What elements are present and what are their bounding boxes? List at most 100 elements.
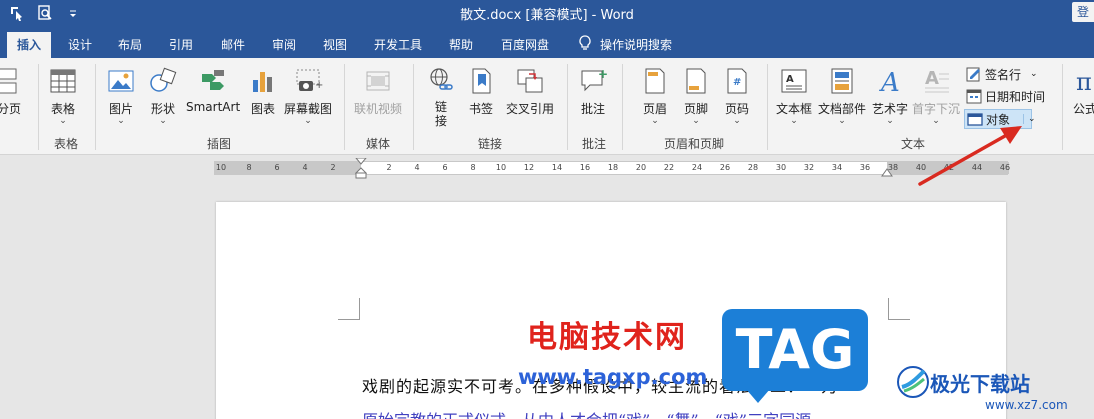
account-button[interactable]: 登 [1072,2,1094,22]
ruler-tick-label: 10 [215,163,227,172]
date-time-button[interactable]: 日期和时间 [966,86,1045,106]
ruler-tick-label: 32 [803,163,815,172]
ruler-tick-label: 26 [719,163,731,172]
ruler-tick-label: 20 [635,163,647,172]
header-button[interactable]: 页眉 ⌄ [640,66,670,126]
tell-me-search[interactable]: 操作说明搜索 [600,32,680,58]
link-button[interactable]: 链接 [426,66,456,128]
quick-parts-button[interactable]: 文档部件 ⌄ [818,66,866,126]
table-icon [48,66,78,96]
chevron-down-icon: ⌄ [1030,69,1038,79]
ruler-tick-label: 2 [330,163,336,172]
left-indent-marker[interactable] [354,157,368,180]
ruler-tick-label: 36 [859,163,871,172]
group-label-header-footer: 页眉和页脚 [663,137,724,151]
ruler-tick-label: 16 [579,163,591,172]
shapes-icon [148,66,178,96]
footer-icon [681,66,711,96]
tab-insert[interactable]: 插入 [7,32,51,58]
paragraph-line-2: 原始宗教的正式仪式，从中人才会把“戏”、“舞”、“戏”三字同源 [362,407,811,419]
ruler-tick-label: 6 [274,163,280,172]
horizontal-ruler[interactable]: 10 8 6 4 2 2 4 6 8 10 12 14 16 18 20 22 24 26 28 30 32 34 36 38… [214,157,1010,179]
screenshot-button[interactable]: + 屏幕截图 ⌄ [284,66,332,126]
shapes-button[interactable]: 形状 ⌄ [148,66,178,126]
film-icon [363,66,393,96]
watermark-tag-logo: TAG [722,309,868,403]
signature-line-button[interactable]: 签名行 ⌄ [966,64,1038,84]
page-number-icon: # [722,66,752,96]
calendar-icon [966,88,982,104]
chevron-down-icon: ⌄ [838,116,846,126]
watermark-site-url: www.tagxp.com [518,365,708,389]
chart-button[interactable]: 图表 [248,66,278,117]
chevron-down-icon: ⌄ [692,116,700,126]
cross-reference-button[interactable]: 交叉引用 [506,66,554,117]
group-label-media: 媒体 [365,137,390,151]
chevron-down-icon: ⌄ [651,116,659,126]
lightbulb-icon [578,35,592,51]
textbox-button[interactable]: A 文本框 ⌄ [776,66,812,126]
pi-icon: π [1070,66,1094,96]
tab-review[interactable]: 审阅 [266,32,302,58]
wordart-icon: A [875,66,905,98]
tab-mailings[interactable]: 邮件 [215,32,251,58]
smartart-icon [198,66,228,96]
tab-baidu-netdisk[interactable]: 百度网盘 [495,32,555,58]
drop-cap-button[interactable]: A 首字下沉 ⌄ [912,66,960,126]
chevron-down-icon: ⌄ [886,116,894,126]
group-separator [344,64,345,150]
bookmark-button[interactable]: 书签 [466,66,496,117]
ruler-tick-label: 6 [442,163,448,172]
comment-icon: + [578,66,608,96]
tab-layout[interactable]: 布局 [112,32,148,58]
bar-chart-icon [248,66,278,96]
ruler-tick-label: 24 [691,163,703,172]
chevron-down-icon: ⌄ [117,116,125,126]
ruler-tick-label: 4 [414,163,420,172]
svg-text:+: + [598,67,608,81]
page-break-button[interactable]: 分页 [0,66,24,117]
textbox-icon: A [779,66,809,96]
ruler-tick-label: 34 [831,163,843,172]
chevron-down-icon: ⌄ [159,116,167,126]
group-label-table: 表格 [53,137,78,151]
bookmark-icon [466,66,496,96]
pictures-button[interactable]: 图片 ⌄ [106,66,136,126]
tab-design[interactable]: 设计 [62,32,98,58]
group-label-links: 链接 [477,137,502,151]
link-icon [426,66,456,96]
ruler-tick-label: 14 [551,163,563,172]
svg-text:+: + [315,80,323,91]
footer-button[interactable]: 页脚 ⌄ [681,66,711,126]
wordart-button[interactable]: A 艺术字 ⌄ [872,66,908,126]
cross-reference-icon [515,66,545,96]
page-number-button[interactable]: # 页码 ⌄ [722,66,752,126]
chevron-down-icon: ⌄ [59,116,67,126]
chevron-down-icon: ⌄ [790,116,798,126]
margin-corner-top-right [888,298,910,320]
tab-developer[interactable]: 开发工具 [368,32,428,58]
ruler-tick-label: 2 [386,163,392,172]
new-comment-button[interactable]: + 批注 [578,66,608,117]
smartart-button[interactable]: SmartArt [186,66,240,114]
ruler-tick-label: 4 [302,163,308,172]
right-indent-marker[interactable] [881,167,893,177]
svg-text:#: # [733,77,741,88]
margin-corner-top-left [338,298,360,320]
equation-button[interactable]: π 公式 [1070,66,1094,117]
svg-text:A: A [925,68,939,89]
title-bar: 散文.docx [兼容模式] - Word 登 [0,0,1094,26]
tab-references[interactable]: 引用 [163,32,199,58]
quick-parts-icon [827,66,857,96]
group-label-illustrations: 插图 [206,137,231,151]
tab-help[interactable]: 帮助 [443,32,479,58]
picture-icon [106,66,136,96]
group-label-comments: 批注 [581,137,606,151]
group-separator [1062,64,1063,150]
online-video-button[interactable]: 联机视频 [354,66,402,117]
table-button[interactable]: 表格 ⌄ [48,66,78,126]
chevron-down-icon: ⌄ [304,116,312,126]
tab-view[interactable]: 视图 [317,32,353,58]
watermark-jiguang-url: www.xz7.com [985,398,1068,412]
ribbon-tabs: 插入 设计 布局 引用 邮件 审阅 视图 开发工具 帮助 百度网盘 操作说明搜索 [0,26,1094,58]
